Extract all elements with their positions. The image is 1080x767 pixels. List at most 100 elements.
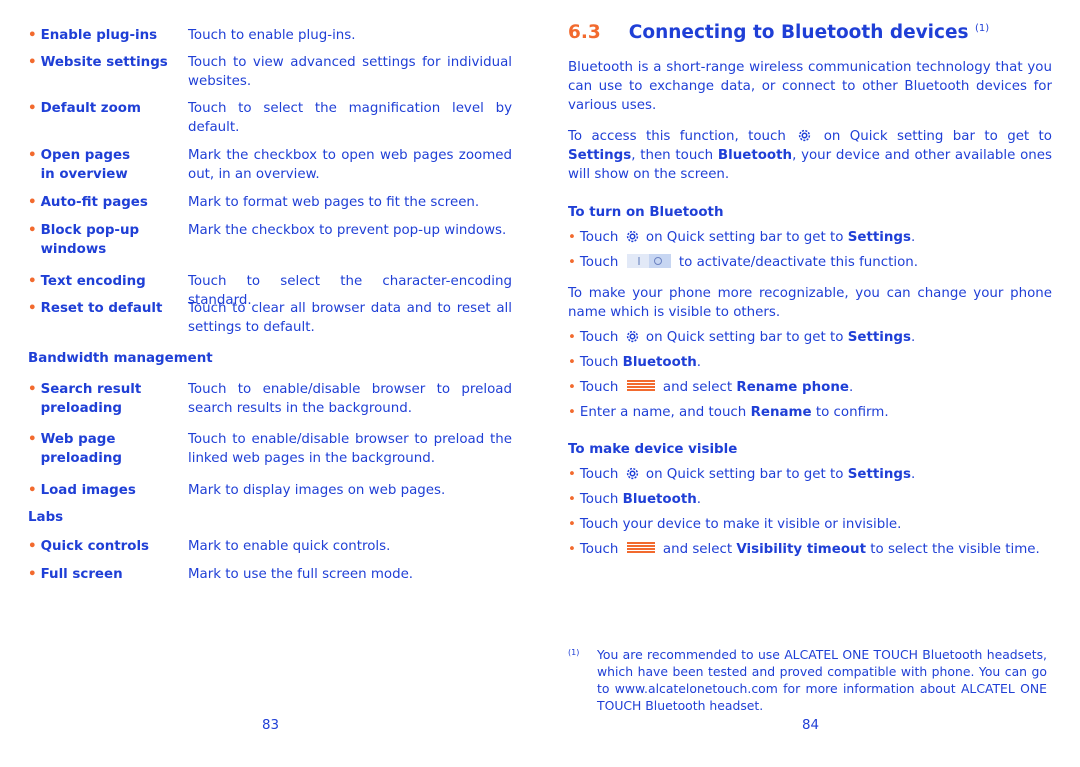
- page-number: 84: [802, 718, 820, 733]
- access-paragraph: To access this function, touch on Quick …: [568, 127, 1052, 184]
- footnote-text: You are recommended to use ALCATEL ONE T…: [597, 647, 1047, 713]
- bullet-icon: •: [28, 432, 37, 447]
- setting-desc: Mark to format web pages to fit the scre…: [188, 195, 480, 210]
- bullet-icon: •: [28, 301, 37, 316]
- bullet-icon: •: [28, 223, 37, 238]
- text: Enter a name, and touch: [579, 405, 747, 420]
- gear-icon: [799, 129, 811, 142]
- setting-desc: Touch to enable/disable browser to prelo…: [188, 432, 512, 466]
- labs-heading: Labs: [28, 510, 64, 525]
- setting-term: Reset to default: [40, 301, 163, 316]
- settings-label: Settings: [847, 230, 911, 245]
- section-number: 6.3: [568, 22, 601, 43]
- bullet-icon: •: [568, 517, 576, 532]
- menu-icon: [626, 380, 655, 392]
- bandwidth-heading: Bandwidth management: [28, 351, 213, 366]
- bullet-icon: •: [28, 101, 37, 116]
- settings-label: Settings: [847, 330, 911, 345]
- bullet-icon: •: [568, 230, 576, 245]
- text: to select the visible time.: [870, 542, 1040, 557]
- section-title: Connecting to Bluetooth devices: [628, 22, 969, 43]
- bullet-icon: •: [568, 467, 576, 482]
- bluetooth-label: Bluetooth: [622, 355, 697, 370]
- setting-desc: Touch to view advanced settings for indi…: [188, 55, 512, 89]
- text: Touch: [579, 230, 619, 245]
- text: Touch: [579, 492, 619, 507]
- intro-paragraph: Bluetooth is a short-range wireless comm…: [568, 60, 1052, 113]
- text: and select: [662, 380, 733, 395]
- visible-heading: To make device visible: [568, 442, 738, 457]
- bullet-icon: •: [568, 380, 576, 395]
- text: on Quick setting bar to get to: [645, 467, 844, 482]
- setting-desc: Touch to clear all browser data and to r…: [188, 301, 512, 335]
- instruction-bullet: • Touch and select Rename phone.: [568, 380, 854, 395]
- turn-on-heading: To turn on Bluetooth: [568, 205, 724, 220]
- setting-term: Open pages in overview: [40, 148, 131, 182]
- bluetooth-toggle-icon: [626, 254, 671, 268]
- instruction-bullet: • Touch on Quick setting bar to get to Se…: [568, 330, 916, 345]
- text: Touch: [579, 330, 619, 345]
- setting-desc: Touch to enable plug-ins.: [188, 28, 356, 43]
- bluetooth-label: Bluetooth: [717, 148, 793, 163]
- setting-term: Full screen: [40, 567, 123, 582]
- settings-label: Settings: [847, 467, 911, 482]
- setting-term: Text encoding: [40, 274, 146, 289]
- instruction-bullet: • Touch and select Visibility timeout to …: [568, 540, 1052, 559]
- setting-term: Load images: [40, 483, 136, 498]
- text: , then touch: [631, 148, 714, 163]
- setting-desc: Touch to enable/disable browser to prelo…: [188, 382, 512, 416]
- bluetooth-label: Bluetooth: [622, 492, 697, 507]
- visibility-timeout-label: Visibility timeout: [736, 542, 866, 557]
- setting-desc: Mark to enable quick controls.: [188, 539, 391, 554]
- footnote-ref: (1): [975, 22, 990, 34]
- instruction-bullet: • Touch Bluetooth.: [568, 355, 702, 370]
- rename-intro: To make your phone more recognizable, yo…: [568, 286, 1052, 320]
- bullet-icon: •: [568, 255, 576, 270]
- text: To access this function, touch: [568, 129, 786, 144]
- bullet-icon: •: [568, 330, 576, 345]
- instruction-bullet: • Touch Bluetooth.: [568, 492, 702, 507]
- setting-desc: Mark the checkbox to open web pages zoom…: [188, 148, 512, 182]
- bullet-icon: •: [568, 542, 576, 557]
- bullet-icon: •: [28, 567, 37, 582]
- bullet-icon: •: [28, 28, 37, 43]
- setting-desc: Mark the checkbox to prevent pop-up wind…: [188, 223, 507, 238]
- bullet-icon: •: [28, 195, 37, 210]
- instruction-bullet: • Touch your device to make it visible or…: [568, 515, 1052, 534]
- text: on Quick setting bar to get to: [823, 129, 1053, 144]
- bullet-icon: •: [28, 483, 37, 498]
- setting-term: Enable plug-ins: [40, 28, 158, 43]
- footnote-mark: (1): [568, 648, 580, 657]
- setting-desc: Touch to select the magnification level …: [188, 101, 512, 135]
- setting-term: Web page preloading: [40, 432, 122, 466]
- bullet-icon: •: [28, 539, 37, 554]
- bullet-icon: •: [568, 355, 576, 370]
- setting-desc: Mark to use the full screen mode.: [188, 567, 414, 582]
- text: Touch your device to make it visible or …: [579, 517, 902, 532]
- text: Touch: [579, 380, 619, 395]
- text: Touch: [579, 542, 619, 557]
- gear-icon: [626, 467, 638, 480]
- setting-term: Website settings: [40, 55, 168, 70]
- instruction-bullet: • Touch to activate/deactivate this funct…: [568, 253, 1052, 272]
- instruction-bullet: • Touch on Quick setting bar to get to Se…: [568, 467, 916, 482]
- settings-label: Settings: [568, 148, 632, 163]
- setting-term: Quick controls: [40, 539, 150, 554]
- setting-term: Block pop-up windows: [40, 223, 140, 257]
- rename-label: Rename: [750, 405, 812, 420]
- text: Touch: [579, 255, 619, 270]
- gear-icon: [626, 230, 638, 243]
- gear-icon: [626, 330, 638, 343]
- bullet-icon: •: [28, 274, 37, 289]
- page-number: 83: [262, 718, 280, 733]
- section-heading: 6.3 Connecting to Bluetooth devices (1): [568, 22, 989, 43]
- menu-icon: [626, 542, 655, 554]
- text: Touch: [579, 467, 619, 482]
- instruction-bullet: • Enter a name, and touch Rename to confi…: [568, 403, 1052, 422]
- bullet-icon: •: [568, 492, 576, 507]
- text: on Quick setting bar to get to: [645, 230, 844, 245]
- setting-term: Default zoom: [40, 101, 141, 116]
- setting-desc: Mark to display images on web pages.: [188, 483, 446, 498]
- text: Touch: [579, 355, 619, 370]
- setting-term: Auto-fit pages: [40, 195, 148, 210]
